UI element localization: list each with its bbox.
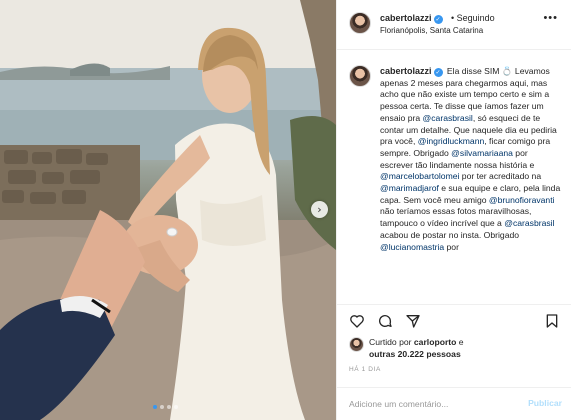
comment-icon[interactable]: [377, 313, 393, 329]
caption-text-segment: por ter acreditado na: [459, 171, 542, 182]
liker-avatar[interactable]: [349, 337, 364, 352]
comment-bar: Publicar: [337, 387, 571, 420]
caption-mention-link[interactable]: @marcelobartolomei: [380, 171, 459, 181]
caption-mention-link[interactable]: @brunofioravanti: [489, 195, 555, 205]
carousel-dot: [153, 405, 157, 409]
likes-conjunction: e: [456, 337, 464, 347]
comment-input[interactable]: [349, 396, 509, 412]
caption-author-avatar[interactable]: [349, 65, 371, 87]
likes-prefix: Curtido por: [369, 337, 414, 347]
caption-text-segment: acabou de postar no insta. Obrigado: [380, 229, 520, 240]
publish-button[interactable]: Publicar: [528, 398, 562, 408]
verified-badge-icon: ✓: [433, 68, 443, 77]
caption-mention-link[interactable]: @carasbrasil: [423, 113, 473, 123]
carousel-dot: [167, 405, 171, 409]
post-actions: [337, 304, 571, 334]
caption-username[interactable]: cabertolazzi ✓: [380, 66, 443, 77]
caption-mention-link[interactable]: @lucianomastria: [380, 242, 444, 252]
post-photo[interactable]: ›: [0, 0, 336, 420]
liker-username[interactable]: carloporto: [414, 337, 457, 347]
bookmark-icon[interactable]: [544, 313, 560, 329]
verified-badge-icon: ✓: [433, 15, 443, 24]
carousel-next-button[interactable]: ›: [311, 201, 328, 218]
caption-mention-link[interactable]: @ingridluckmann: [418, 136, 485, 146]
post-timestamp[interactable]: HÁ 1 DIA: [349, 366, 381, 373]
author-username[interactable]: cabertolazzi ✓: [380, 13, 443, 24]
carousel-dot: [160, 405, 164, 409]
follow-status[interactable]: • Seguindo: [451, 13, 495, 23]
caption-mention-link[interactable]: @carasbrasil: [504, 218, 554, 228]
caption-text-segment: por: [444, 241, 459, 252]
carousel-dots: [153, 405, 178, 409]
post-location[interactable]: Florianópolis, Santa Catarina: [380, 26, 483, 35]
post-caption: cabertolazzi ✓ Ela disse SIM 💍 Levamos ap…: [337, 50, 571, 302]
caption-mention-link[interactable]: @silvamariaana: [451, 148, 513, 158]
post-sidebar: cabertolazzi ✓ • Seguindo Florianópolis, …: [336, 0, 571, 420]
caption-text: cabertolazzi ✓ Ela disse SIM 💍 Levamos ap…: [380, 66, 562, 253]
photo-illustration: [0, 0, 336, 420]
heart-icon[interactable]: [349, 313, 365, 329]
carousel-dot: [174, 405, 178, 409]
author-avatar[interactable]: [349, 12, 371, 34]
share-icon[interactable]: [405, 313, 421, 329]
more-options-icon[interactable]: •••: [543, 12, 558, 24]
post-header: cabertolazzi ✓ • Seguindo Florianópolis, …: [337, 0, 571, 50]
caption-mention-link[interactable]: @marimadjarof: [380, 183, 439, 193]
likes-count[interactable]: outras 20.222 pessoas: [369, 349, 461, 359]
likes-text: Curtido por carloporto e outras 20.222 p…: [369, 336, 564, 360]
